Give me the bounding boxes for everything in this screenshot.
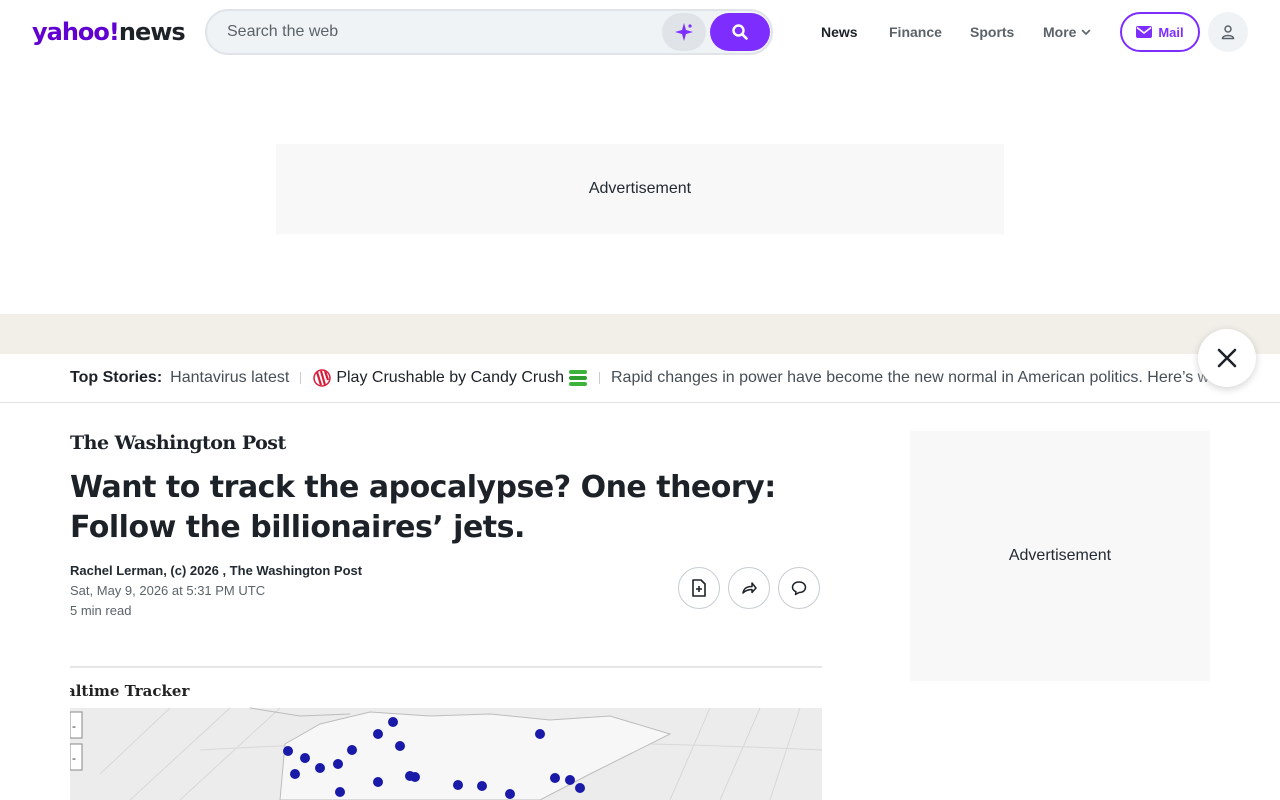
- ticker-divider: [599, 372, 600, 384]
- plane-marker: [373, 777, 383, 787]
- candy-icon: [313, 369, 332, 387]
- save-article-button[interactable]: [678, 567, 720, 609]
- ticker-item-hantavirus[interactable]: Hantavirus latest: [170, 367, 289, 389]
- mail-icon: [1136, 26, 1153, 38]
- article-headline: Want to track the apocalypse? One theory…: [70, 470, 776, 545]
- plane-marker: [283, 746, 293, 756]
- logo-news: news: [118, 18, 186, 46]
- tracker-title: altime Tracker: [70, 682, 190, 700]
- article-byline: Rachel Lerman, (c) 2026 , The Washington…: [70, 563, 363, 578]
- zoom-glyph: -: [72, 719, 76, 733]
- ai-assistant-button[interactable]: [662, 13, 706, 51]
- plane-marker: [290, 769, 300, 779]
- search-button[interactable]: [710, 13, 770, 51]
- plane-marker: [535, 729, 545, 739]
- top-ad-area: Advertisement: [0, 64, 1280, 314]
- flight-tracker-map: altime Tracker - -: [70, 654, 822, 800]
- close-button[interactable]: [1198, 329, 1256, 387]
- plane-marker: [315, 763, 325, 773]
- yahoo-news-logo[interactable]: yahoo!news: [32, 18, 186, 46]
- plane-marker: [300, 753, 310, 763]
- plane-marker: [505, 789, 515, 799]
- plane-marker: [373, 729, 383, 739]
- ticker-item-candy-crush[interactable]: Play Crushable by Candy Crush: [336, 367, 564, 389]
- search-icon: [732, 24, 748, 40]
- source-logo[interactable]: The Washington Post: [70, 432, 286, 454]
- comment-icon: [791, 581, 807, 596]
- article-hero-image[interactable]: altime Tracker - -: [70, 654, 822, 800]
- plane-marker: [575, 783, 585, 793]
- article-read-time: 5 min read: [70, 603, 132, 618]
- chevron-down-icon: [1082, 29, 1091, 36]
- top-stories-ticker: Top Stories: Hantavirus latest Play Crus…: [0, 354, 1280, 403]
- side-advertisement[interactable]: Advertisement: [910, 431, 1210, 681]
- page-background-band: [0, 314, 1280, 354]
- mail-label: Mail: [1158, 24, 1184, 40]
- nav-sports[interactable]: Sports: [970, 22, 1014, 42]
- search-box: [205, 9, 773, 55]
- plane-marker: [477, 781, 487, 791]
- plane-marker: [410, 772, 420, 782]
- ticker-divider: [300, 372, 302, 384]
- logo-yahoo: yahoo!: [32, 18, 120, 46]
- plane-marker: [550, 773, 560, 783]
- article-date: Sat, May 9, 2026 at 5:31 PM UTC: [70, 583, 266, 598]
- plane-marker: [565, 775, 575, 785]
- plane-marker: [347, 745, 357, 755]
- plane-marker: [453, 780, 463, 790]
- nav-finance[interactable]: Finance: [889, 22, 942, 42]
- plane-marker: [388, 717, 398, 727]
- ticker-item-politics[interactable]: Rapid changes in power have become the n…: [611, 367, 1226, 389]
- top-advertisement[interactable]: Advertisement: [276, 144, 1004, 234]
- plane-marker: [333, 759, 343, 769]
- share-icon: [742, 582, 757, 594]
- top-stories-label: Top Stories:: [70, 369, 163, 386]
- add-document-icon: [692, 579, 706, 597]
- close-icon: [1217, 348, 1237, 368]
- nav-more-label: More: [1043, 24, 1077, 40]
- plane-marker: [335, 787, 345, 797]
- nav-news[interactable]: News: [821, 22, 858, 42]
- search-input[interactable]: [227, 21, 647, 43]
- user-icon: [1221, 25, 1235, 40]
- share-button[interactable]: [728, 567, 770, 609]
- profile-button[interactable]: [1208, 12, 1248, 52]
- zoom-glyph: -: [72, 751, 76, 765]
- nav-more[interactable]: More: [1043, 22, 1092, 42]
- sparkle-icon: [675, 23, 693, 41]
- site-header: yahoo!news News Finance Sports More: [0, 0, 1280, 64]
- comments-button[interactable]: [778, 567, 820, 609]
- candy-stack-icon: [569, 370, 587, 386]
- plane-marker: [395, 741, 405, 751]
- mail-button[interactable]: Mail: [1120, 12, 1200, 52]
